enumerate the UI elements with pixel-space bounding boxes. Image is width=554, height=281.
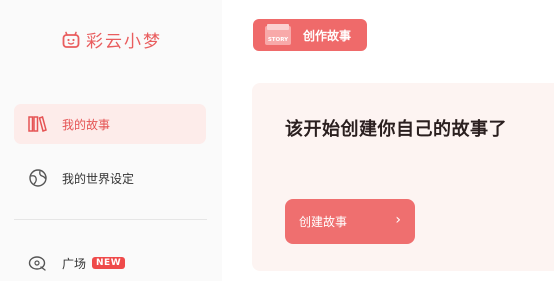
create-story-card: 该开始创建你自己的故事了 创建故事 › <box>252 83 554 271</box>
app-logo[interactable]: 彩云小梦 <box>62 27 162 52</box>
logo-icon <box>62 31 80 48</box>
globe-icon <box>28 168 48 188</box>
sidebar: 彩云小梦 我的故事 我的世界设定 广场 NEW <box>0 0 222 281</box>
story-icon: STORY <box>265 24 291 45</box>
sidebar-item-label: 广场 <box>62 256 87 271</box>
new-badge: NEW <box>92 257 126 269</box>
create-story-button-label: 创建故事 <box>299 215 348 229</box>
sidebar-item-world-settings[interactable]: 我的世界设定 <box>14 158 206 198</box>
sidebar-item-plaza[interactable]: 广场 NEW <box>14 243 206 281</box>
story-icon-text: STORY <box>268 37 289 43</box>
plaza-icon <box>28 253 48 273</box>
create-story-button[interactable]: 创建故事 › <box>285 199 415 244</box>
sidebar-item-label: 我的故事 <box>62 117 111 132</box>
create-story-tab[interactable]: STORY 创作故事 <box>253 19 367 51</box>
sidebar-divider <box>14 219 207 220</box>
sidebar-item-label: 我的世界设定 <box>62 171 135 186</box>
create-story-tab-label: 创作故事 <box>303 28 352 43</box>
page-title: 该开始创建你自己的故事了 <box>285 119 507 140</box>
sidebar-item-my-stories[interactable]: 我的故事 <box>14 104 206 144</box>
chevron-right-icon: › <box>395 212 401 228</box>
app-name: 彩云小梦 <box>86 32 162 52</box>
bookshelf-icon <box>28 114 48 134</box>
